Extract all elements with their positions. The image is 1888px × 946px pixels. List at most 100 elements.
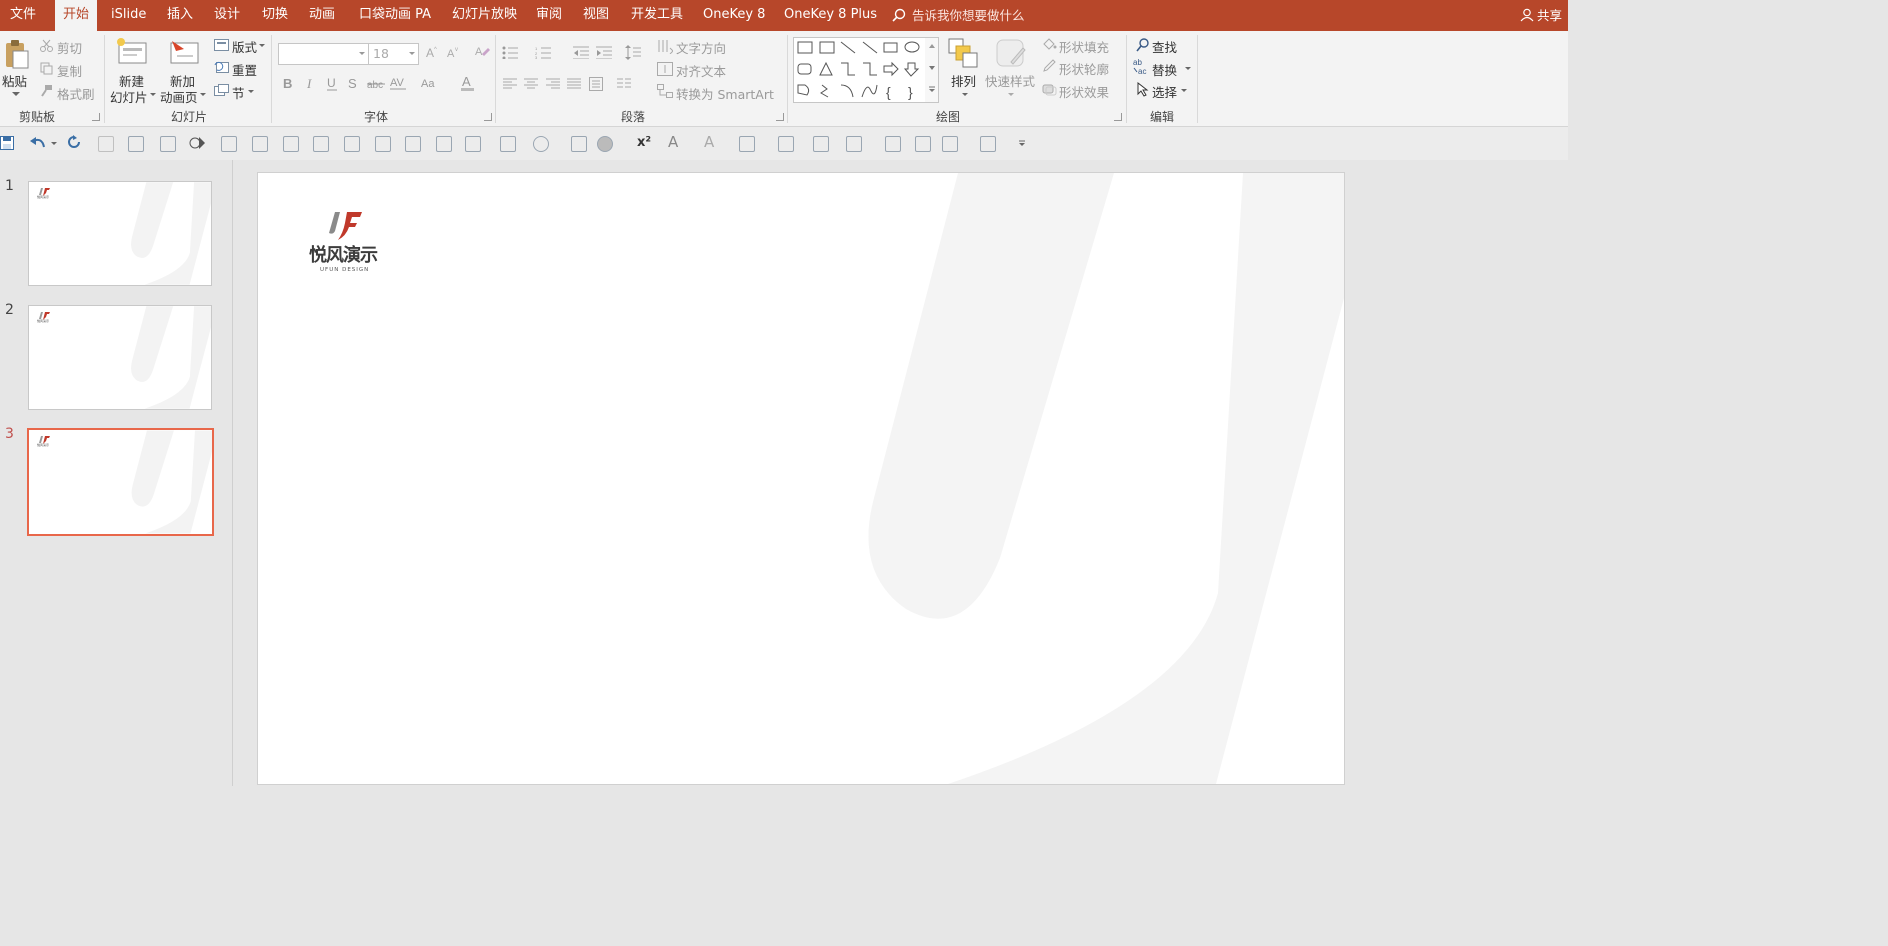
tab-view[interactable]: 视图 [583, 0, 609, 31]
share-button[interactable]: 共享 [1520, 0, 1562, 31]
tab-animations[interactable]: 动画 [309, 0, 335, 31]
smartart-icon [657, 84, 673, 98]
rotate-icon[interactable] [465, 136, 481, 152]
svg-text:ac: ac [1138, 67, 1146, 76]
bullets-icon[interactable] [502, 46, 518, 59]
text-outline-icon[interactable]: A [704, 133, 714, 151]
tab-insert[interactable]: 插入 [167, 0, 193, 31]
svg-text:}: } [908, 84, 913, 100]
rectangle-icon[interactable] [846, 136, 862, 152]
group-objects-icon[interactable] [98, 136, 114, 152]
fill-qat-icon[interactable] [778, 136, 794, 152]
ungroup-icon[interactable] [128, 136, 144, 152]
slide-thumbnail-2[interactable]: 悦风演示 [28, 305, 212, 410]
shadow-icon[interactable]: S [347, 76, 359, 90]
increase-font-icon[interactable]: A ^ [425, 45, 439, 59]
slide-thumbnail-3[interactable]: 悦风演示 [27, 428, 214, 536]
slide-thumbnail-1[interactable]: 悦风演示 [28, 181, 212, 286]
decrease-font-icon[interactable]: Av [446, 45, 460, 59]
new-animation-icon [170, 41, 199, 64]
tab-islide[interactable]: iSlide [111, 0, 146, 31]
change-case-icon[interactable]: Aa [421, 76, 443, 91]
eyedropper-icon[interactable] [885, 136, 901, 152]
tab-onekey8-plus[interactable]: OneKey 8 Plus [784, 0, 877, 31]
pen-qat-icon[interactable] [739, 136, 755, 152]
align-center-qat-icon[interactable] [375, 136, 391, 152]
font-name-combobox[interactable] [278, 43, 369, 65]
tab-home[interactable]: 开始 [55, 0, 98, 31]
columns-icon[interactable] [617, 78, 631, 90]
svg-text:S: S [348, 76, 357, 90]
picture-icon[interactable] [571, 136, 587, 152]
font-color-icon[interactable]: A [461, 74, 475, 91]
new-slide-label-2: 幻灯片 [110, 90, 148, 105]
align-bottom-qat-icon[interactable] [313, 136, 329, 152]
cut-label: 剪切 [57, 41, 83, 56]
text-box-icon[interactable] [813, 136, 829, 152]
line-spacing-icon[interactable] [625, 45, 641, 60]
ribbon-home: 粘贴 剪切 复制 格式刷 剪贴板 新建 幻灯片 新加 动画页 版式 重置 节 幻… [0, 31, 1568, 127]
tab-onekey8[interactable]: OneKey 8 [703, 0, 765, 31]
chevron-down-icon [259, 44, 265, 47]
distributed-icon[interactable] [589, 77, 603, 91]
spelling-icon[interactable] [980, 136, 996, 152]
italic-icon[interactable]: I [305, 76, 317, 90]
pie-chart-icon[interactable] [597, 136, 613, 152]
format-painter-qat-icon[interactable] [915, 136, 931, 152]
slide-canvas[interactable]: 悦风演示 UFUN DESIGN [257, 172, 1345, 785]
align-left-icon[interactable] [503, 78, 517, 90]
crop-icon[interactable] [500, 136, 516, 152]
redo-icon[interactable] [67, 135, 82, 150]
select-same-icon[interactable] [160, 136, 176, 152]
tab-developer[interactable]: 开发工具 [631, 0, 683, 31]
save-icon[interactable] [0, 136, 14, 150]
tab-transitions[interactable]: 切换 [262, 0, 288, 31]
svg-text:A: A [426, 46, 434, 59]
font-launcher[interactable] [484, 113, 492, 121]
font-color-qat-icon[interactable]: A [668, 133, 678, 151]
clipboard-launcher[interactable] [92, 113, 100, 121]
reset-icon [214, 61, 229, 73]
clear-formatting-icon[interactable]: A [474, 44, 490, 60]
align-right-icon[interactable] [546, 78, 560, 90]
character-spacing-icon[interactable]: AV [390, 76, 412, 91]
eraser-icon[interactable] [942, 136, 958, 152]
tell-me-box[interactable]: 告诉我你想要做什么 [892, 0, 1025, 31]
tab-file[interactable]: 文件 [10, 0, 36, 31]
chevron-down-icon [359, 52, 365, 55]
align-top-qat-icon[interactable] [283, 136, 299, 152]
customize-toolbar-icon[interactable] [1019, 140, 1025, 147]
tab-review[interactable]: 审阅 [536, 0, 562, 31]
underline-icon[interactable]: U [326, 76, 338, 91]
align-left-qat-icon[interactable] [221, 136, 237, 152]
undo-icon[interactable] [30, 136, 46, 150]
justify-icon[interactable] [567, 78, 581, 90]
decrease-indent-icon[interactable] [573, 46, 589, 59]
align-center-icon[interactable] [524, 78, 538, 90]
new-slide-icon [117, 38, 147, 64]
distribute-horizontal-icon[interactable] [405, 136, 421, 152]
slide-background-mark [131, 430, 212, 534]
chevron-down-icon [248, 90, 254, 93]
increase-indent-icon[interactable] [596, 46, 612, 59]
numbering-icon[interactable]: 123 [535, 46, 551, 59]
superscript-icon[interactable]: x² [637, 135, 651, 150]
tab-slideshow[interactable]: 幻灯片放映 [452, 0, 517, 31]
align-right-qat-icon[interactable] [252, 136, 268, 152]
align-middle-qat-icon[interactable] [344, 136, 360, 152]
svg-text:U: U [327, 76, 336, 90]
tab-pocket-animation[interactable]: 口袋动画 PA [359, 0, 431, 31]
paragraph-launcher[interactable] [776, 113, 784, 121]
distribute-vertical-icon[interactable] [436, 136, 452, 152]
bold-icon[interactable]: B [282, 76, 294, 90]
format-painter-label: 格式刷 [57, 87, 95, 102]
tab-design[interactable]: 设计 [214, 0, 240, 31]
animation-painter-icon[interactable] [189, 135, 205, 151]
arrange-label: 排列 [951, 74, 977, 89]
font-size-combobox[interactable]: 18 [368, 43, 419, 65]
strikethrough-icon[interactable]: abc [367, 78, 385, 90]
drawing-launcher[interactable] [1114, 113, 1122, 121]
chevron-down-icon[interactable] [51, 142, 57, 146]
merge-shapes-icon[interactable] [533, 136, 549, 152]
reset-label: 重置 [232, 63, 258, 78]
